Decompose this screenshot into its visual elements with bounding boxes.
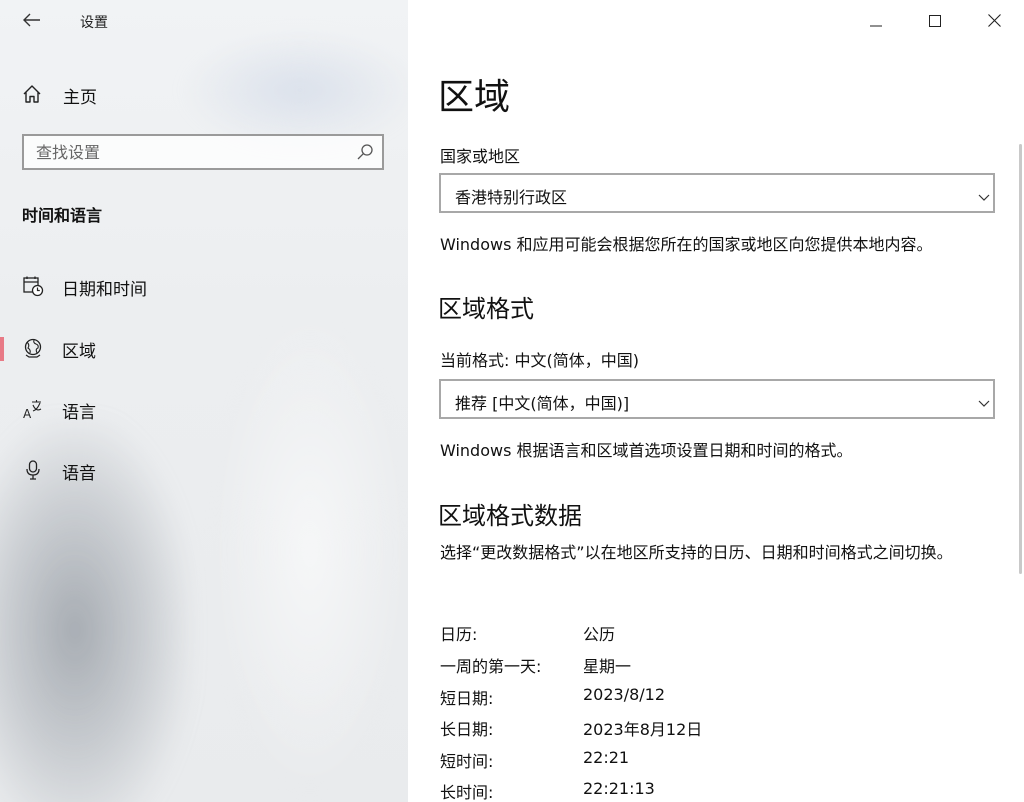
format-data-value: 星期一 bbox=[583, 657, 632, 676]
format-data-value: 2023/8/12 bbox=[583, 685, 666, 704]
format-data-key: 短日期: bbox=[440, 689, 494, 708]
sidebar-item-speech[interactable]: 语音 bbox=[0, 448, 408, 492]
chevron-down-icon bbox=[977, 393, 991, 412]
home-icon bbox=[22, 84, 42, 108]
format-value: 推荐 [中文(简体，中国)] bbox=[455, 394, 630, 413]
format-data-value: 2023年8月12日 bbox=[583, 720, 703, 739]
calendar-clock-icon bbox=[22, 275, 44, 297]
sidebar-item-label: 日期和时间 bbox=[62, 280, 147, 300]
sidebar-item-label: 区域 bbox=[62, 342, 96, 362]
sidebar-item-date-time[interactable]: 日期和时间 bbox=[0, 264, 408, 308]
format-data-heading: 区域格式数据 bbox=[438, 502, 582, 530]
format-data-key: 一周的第一天: bbox=[440, 657, 542, 676]
section-title: 时间和语言 bbox=[22, 206, 103, 225]
sidebar-item-language[interactable]: A 语言 bbox=[0, 387, 408, 431]
window-title: 设置 bbox=[80, 15, 108, 31]
svg-text:A: A bbox=[23, 407, 32, 420]
format-data-key: 长时间: bbox=[440, 783, 494, 802]
format-data-value: 22:21:13 bbox=[583, 779, 655, 798]
sidebar-item-label: 语言 bbox=[62, 403, 96, 423]
maximize-button[interactable] bbox=[906, 0, 964, 42]
format-data-key: 短时间: bbox=[440, 752, 494, 771]
main-content: 区域 国家或地区 香港特别行政区 Windows 和应用可能会根据您所在的国家或… bbox=[408, 0, 1024, 802]
page-title: 区域 bbox=[438, 77, 511, 118]
format-data-value: 公历 bbox=[583, 625, 616, 644]
country-value: 香港特别行政区 bbox=[455, 188, 568, 207]
format-data-description: 选择“更改数据格式”以在地区所支持的日历、日期和时间格式之间切换。 bbox=[440, 543, 953, 562]
format-description: Windows 根据语言和区域首选项设置日期和时间的格式。 bbox=[440, 441, 853, 460]
language-icon: A bbox=[22, 398, 44, 421]
country-dropdown[interactable]: 香港特别行政区 bbox=[439, 173, 995, 213]
sidebar-home-label: 主页 bbox=[63, 88, 97, 108]
current-format-label: 当前格式: 中文(简体，中国) bbox=[440, 351, 639, 370]
format-data-value: 22:21 bbox=[583, 748, 630, 767]
format-data-key: 长日期: bbox=[440, 720, 494, 739]
country-label: 国家或地区 bbox=[440, 147, 521, 166]
scrollbar[interactable] bbox=[1019, 144, 1022, 574]
sidebar-item-home[interactable]: 主页 bbox=[0, 74, 408, 114]
search-box[interactable] bbox=[22, 134, 384, 170]
close-icon bbox=[987, 12, 1001, 31]
search-icon[interactable] bbox=[356, 143, 374, 165]
sidebar: 设置 主页 时间和语言 日期和时间 区域 A 语言 语 bbox=[0, 0, 408, 802]
back-button[interactable] bbox=[14, 6, 50, 36]
selection-indicator bbox=[0, 337, 4, 361]
format-data-key: 日历: bbox=[440, 625, 478, 644]
maximize-icon bbox=[929, 12, 941, 31]
format-dropdown[interactable]: 推荐 [中文(简体，中国)] bbox=[439, 379, 995, 419]
close-button[interactable] bbox=[965, 0, 1023, 42]
acrylic-glow bbox=[210, 300, 408, 800]
minimize-button[interactable] bbox=[847, 0, 905, 42]
microphone-icon bbox=[22, 459, 44, 481]
back-arrow-icon bbox=[23, 12, 41, 31]
country-description: Windows 和应用可能会根据您所在的国家或地区向您提供本地内容。 bbox=[440, 235, 933, 254]
minimize-icon bbox=[870, 12, 882, 31]
sidebar-item-label: 语音 bbox=[62, 464, 96, 484]
format-heading: 区域格式 bbox=[438, 295, 534, 323]
chevron-down-icon bbox=[977, 187, 991, 206]
sidebar-item-region[interactable]: 区域 bbox=[0, 326, 408, 370]
globe-region-icon bbox=[22, 337, 44, 359]
search-input[interactable] bbox=[24, 141, 338, 163]
